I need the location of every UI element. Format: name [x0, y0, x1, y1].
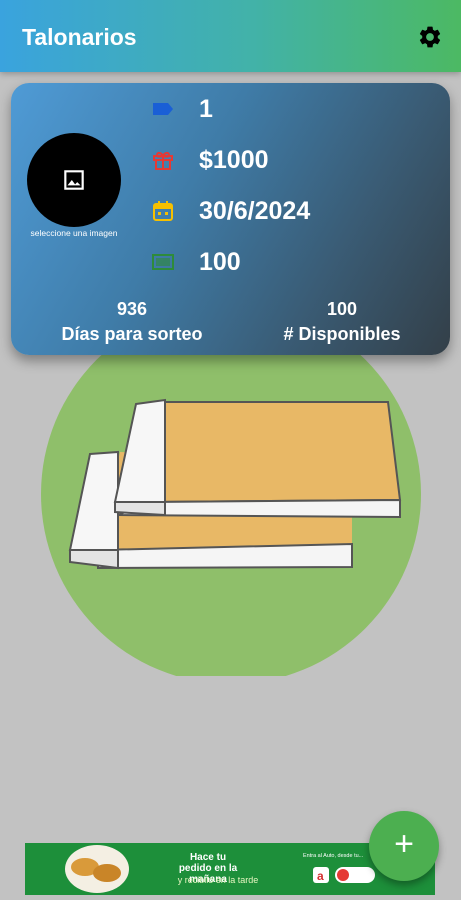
days-to-draw-value: 936: [116, 299, 148, 319]
select-image-label: seleccione una imagen: [30, 228, 118, 238]
gear-icon[interactable]: [417, 24, 443, 50]
calendar-icon: [153, 201, 173, 221]
label-icon: [153, 103, 173, 115]
prize-value: $1000: [199, 146, 269, 174]
ticket-book-card[interactable]: seleccione una imagen 1 $1000 30/6/2024 …: [11, 83, 450, 355]
ad-subline: y recibilo en la tarde: [177, 875, 259, 885]
select-image-button[interactable]: [27, 133, 121, 227]
app-bar: Talonarios: [0, 0, 461, 72]
ticket-number-value: 1: [199, 95, 213, 123]
gift-icon: [153, 151, 173, 170]
croissant-icon: [65, 845, 129, 893]
total-tickets-value: 100: [199, 248, 241, 276]
ticket-book-front: [113, 398, 402, 519]
available-stat: 100 # Disponibles: [271, 299, 413, 345]
draw-date-value: 30/6/2024: [199, 197, 311, 225]
available-label: # Disponibles: [283, 324, 401, 344]
available-value: 100: [326, 299, 358, 319]
svg-text:a: a: [317, 869, 324, 883]
plus-icon: +: [394, 825, 414, 863]
image-icon: [64, 170, 84, 190]
days-to-draw-stat: 936 Días para sorteo: [51, 299, 213, 345]
ticket-books-illustration: [41, 312, 421, 676]
days-to-draw-label: Días para sorteo: [61, 324, 203, 344]
money-icon: [152, 254, 174, 270]
page-title: Talonarios: [22, 24, 137, 50]
add-ticket-book-button[interactable]: +: [369, 811, 439, 881]
